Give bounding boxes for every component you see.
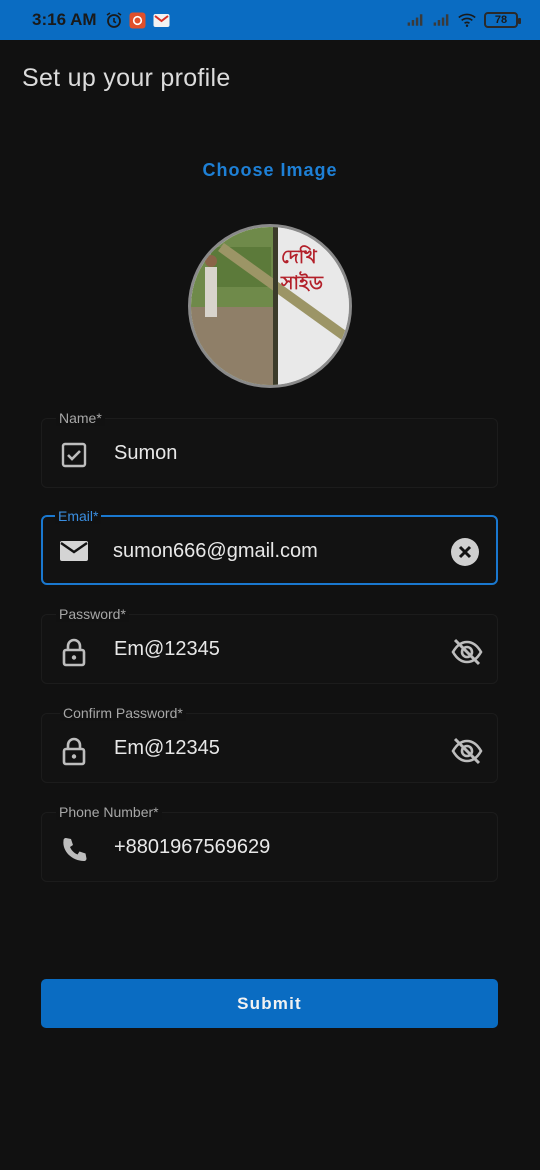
email-label: Email* <box>55 508 102 524</box>
email-input[interactable]: sumon666@gmail.com <box>113 540 318 563</box>
svg-text:দেখি: দেখি <box>281 245 318 268</box>
lock-icon <box>60 637 88 667</box>
name-label: Name* <box>56 410 105 426</box>
visibility-off-icon[interactable] <box>451 736 483 766</box>
checkbox-icon <box>60 441 88 469</box>
confirm-password-field[interactable]: Confirm Password* Em@12345 <box>41 705 498 783</box>
profile-avatar[interactable]: দেখি সাইড <box>188 224 352 388</box>
clear-icon[interactable] <box>450 537 480 567</box>
mail-icon <box>59 537 88 565</box>
name-field[interactable]: Name* Sumon <box>41 410 498 488</box>
password-field[interactable]: Password* Em@12345 <box>41 606 498 684</box>
phone-icon <box>60 835 88 863</box>
app-notification-icon <box>129 11 147 29</box>
gmail-icon <box>153 11 171 29</box>
name-input[interactable]: Sumon <box>114 442 177 465</box>
status-bar: 3:16 AM 78 <box>0 0 540 40</box>
page-title: Set up your profile <box>22 64 231 92</box>
status-time: 3:16 AM <box>32 10 97 29</box>
avatar-image: দেখি সাইড <box>191 227 349 385</box>
signal-icon <box>432 11 450 29</box>
svg-text:সাইড: সাইড <box>280 271 324 294</box>
password-input[interactable]: Em@12345 <box>114 638 220 661</box>
submit-button[interactable]: Submit <box>41 979 498 1028</box>
phone-input[interactable]: +8801967569629 <box>114 836 270 859</box>
password-label: Password* <box>56 606 129 622</box>
phone-label: Phone Number* <box>56 804 162 820</box>
email-field[interactable]: Email* sumon666@gmail.com <box>41 508 498 585</box>
choose-image-button[interactable]: Choose Image <box>0 160 540 181</box>
visibility-off-icon[interactable] <box>451 637 483 667</box>
lock-icon <box>60 736 88 766</box>
signal-icon <box>406 11 424 29</box>
confirm-password-label: Confirm Password* <box>60 705 186 721</box>
battery-indicator: 78 <box>484 12 521 28</box>
notification-icons <box>105 11 171 29</box>
system-icons: 78 <box>406 11 521 29</box>
confirm-password-input[interactable]: Em@12345 <box>114 737 220 760</box>
alarm-icon <box>105 11 123 29</box>
wifi-icon <box>458 11 476 29</box>
phone-field[interactable]: Phone Number* +8801967569629 <box>41 804 498 882</box>
